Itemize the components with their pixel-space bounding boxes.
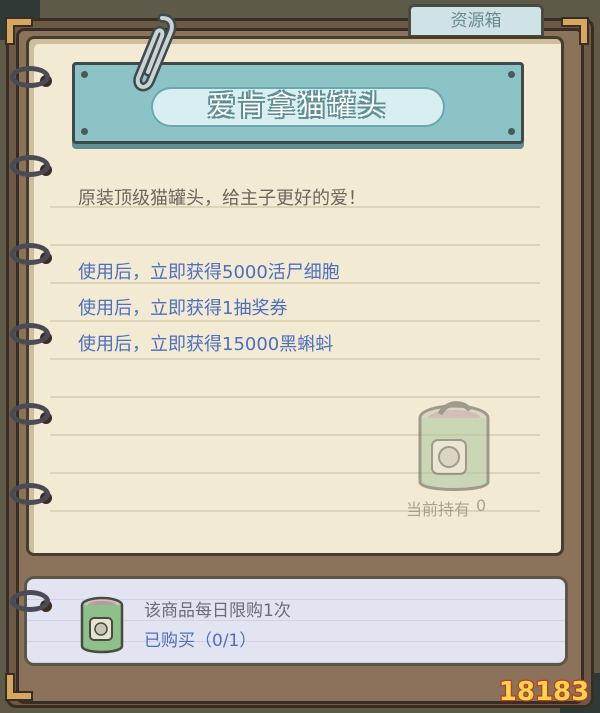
rivet bbox=[508, 128, 515, 135]
binder-ring bbox=[10, 403, 50, 425]
item-effect: 使用后，立即获得1抽奖券 bbox=[78, 298, 288, 319]
corner-bracket-icon bbox=[561, 17, 589, 45]
binder-ring bbox=[10, 483, 50, 505]
tab-resource-box-label: 资源箱 bbox=[450, 11, 502, 31]
owned-count-value: 0 bbox=[476, 496, 487, 515]
site-watermark-logo: 18183 bbox=[498, 676, 591, 708]
rivet bbox=[81, 128, 88, 135]
cat-food-can-icon bbox=[418, 401, 490, 491]
svg-text:18183: 18183 bbox=[499, 677, 589, 707]
item-effect: 使用后，立即获得5000活尸细胞 bbox=[78, 262, 340, 283]
binder-ring bbox=[10, 323, 50, 345]
item-description: 原装顶级猫罐头，给主子更好的爱！ bbox=[78, 188, 366, 209]
bought-count-text: 已购买（0/1） bbox=[144, 631, 257, 651]
item-title: 爱肯拿猫罐头 bbox=[208, 91, 388, 122]
corner-bracket-icon bbox=[5, 17, 33, 45]
corner-bracket-icon bbox=[5, 673, 33, 701]
rivet bbox=[508, 71, 515, 78]
item-effect: 使用后，立即获得15000黑蝌蚪 bbox=[78, 334, 334, 355]
item-title-plate: 爱肯拿猫罐头 bbox=[151, 87, 445, 127]
cat-food-can-icon bbox=[80, 596, 124, 654]
binder-ring bbox=[10, 243, 50, 265]
owned-count-label: 当前持有 bbox=[406, 500, 471, 519]
owned-count: 当前持有 0 bbox=[406, 496, 486, 520]
daily-limit-text: 该商品每日限购1次 bbox=[144, 601, 291, 621]
binder-ring bbox=[10, 155, 50, 177]
item-effects-list: 使用后，立即获得5000活尸细胞 使用后，立即获得1抽奖券 使用后，立即获得15… bbox=[78, 255, 340, 363]
rivet bbox=[81, 71, 88, 78]
binder-ring bbox=[10, 66, 50, 88]
tab-resource-box[interactable]: 资源箱 bbox=[408, 4, 544, 38]
binder-ring bbox=[10, 590, 50, 612]
paper-clip-icon bbox=[133, 13, 177, 92]
